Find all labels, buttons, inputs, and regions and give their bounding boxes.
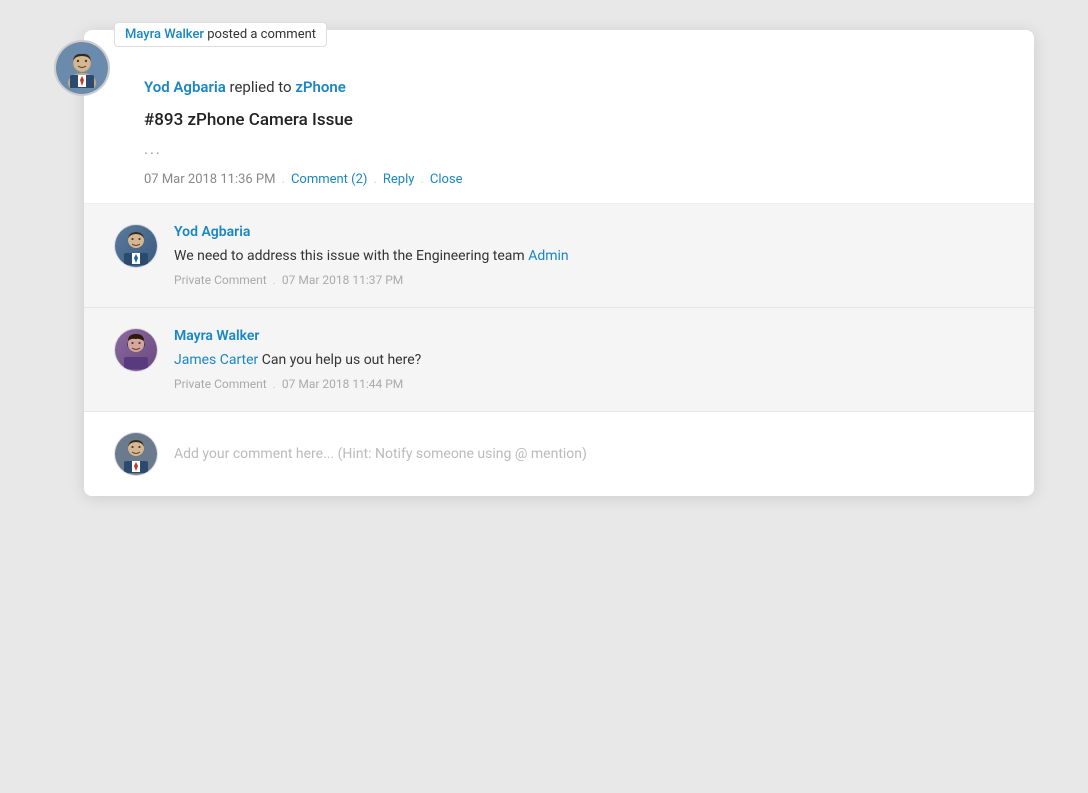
dot-2: . (373, 172, 376, 187)
header-replied-text: replied to (230, 78, 296, 96)
comment-item: Yod Agbaria We need to address this issu… (84, 204, 1034, 308)
comment-author-2: Mayra Walker (174, 328, 1004, 344)
yod-avatar-image (115, 225, 157, 267)
comment-mention-2[interactable]: James Carter (174, 352, 258, 368)
comment-link[interactable]: Comment (2) (291, 172, 368, 187)
comment-timestamp-2: 07 Mar 2018 11:44 PM (282, 377, 403, 391)
close-link[interactable]: Close (430, 172, 463, 187)
comment-body-1: Yod Agbaria We need to address this issu… (174, 224, 1004, 287)
notification-action: posted a comment (204, 27, 316, 42)
comment-input-row: Add your comment here... (Hint: Notify s… (84, 412, 1034, 496)
comment-text-1: We need to address this issue with the E… (174, 246, 1004, 267)
comment-item-2: Mayra Walker James Carter Can you help u… (84, 308, 1034, 412)
comment-text-after-2: Can you help us out here? (258, 352, 421, 368)
notification-wrapper: Mayra Walker posted a comment (54, 30, 1034, 496)
input-avatar-image (115, 433, 157, 475)
private-label-2: Private Comment (174, 377, 267, 391)
comment-avatar-mayra (114, 328, 158, 372)
private-label-1: Private Comment (174, 273, 267, 287)
comment-meta-2: Private Comment . 07 Mar 2018 11:44 PM (174, 377, 1004, 391)
header-line: Yod Agbaria replied to zPhone (144, 78, 1004, 96)
comment-text-before-1: We need to address this issue with the E… (174, 248, 528, 264)
comment-meta-1: Private Comment . 07 Mar 2018 11:37 PM (174, 273, 1004, 287)
input-avatar (114, 432, 158, 476)
header-timestamp: 07 Mar 2018 11:36 PM (144, 172, 276, 187)
reply-link[interactable]: Reply (383, 172, 415, 187)
card-header: Yod Agbaria replied to zPhone #893 zPhon… (84, 58, 1034, 204)
ticket-title: #893 zPhone Camera Issue (144, 110, 1004, 130)
comment-mention-1[interactable]: Admin (528, 248, 568, 264)
comment-avatar-yod (114, 224, 158, 268)
meta-row: 07 Mar 2018 11:36 PM . Comment (2) . Rep… (144, 172, 1004, 187)
notification-author: Mayra Walker (125, 27, 204, 42)
header-author: Yod Agbaria (144, 78, 226, 96)
header-replied-to: zPhone (295, 78, 346, 96)
comment-timestamp-1: 07 Mar 2018 11:37 PM (282, 273, 403, 287)
dot-3: . (420, 172, 423, 187)
notification-badge: Mayra Walker posted a comment (114, 22, 327, 47)
comment-author-1: Yod Agbaria (174, 224, 1004, 240)
comment-text-2: James Carter Can you help us out here? (174, 350, 1004, 371)
main-avatar-image (56, 42, 108, 94)
comments-section: Yod Agbaria We need to address this issu… (84, 204, 1034, 412)
main-card: Yod Agbaria replied to zPhone #893 zPhon… (84, 30, 1034, 496)
comment-input-placeholder[interactable]: Add your comment here... (Hint: Notify s… (174, 446, 1004, 462)
ellipsis: ... (144, 140, 1004, 158)
mayra-avatar-image (115, 329, 157, 371)
dot-1: . (282, 172, 285, 187)
main-avatar (54, 40, 110, 96)
comment-body-2: Mayra Walker James Carter Can you help u… (174, 328, 1004, 391)
